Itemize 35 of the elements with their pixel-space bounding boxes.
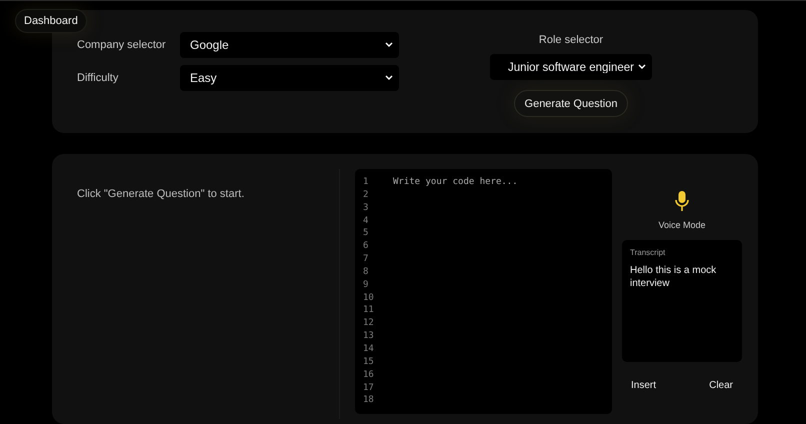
transcript-title: Transcript	[630, 248, 666, 258]
line-number: 2	[363, 188, 370, 202]
line-number: 5	[363, 227, 370, 240]
generate-question-button[interactable]: Generate Question	[514, 90, 628, 117]
role-label: Role selector	[538, 34, 604, 46]
line-number: 16	[363, 368, 375, 382]
dashboard-button[interactable]: Dashboard	[15, 9, 87, 33]
code-editor[interactable]: 1 2 3 4 5 6 7 8 9 10 11 12 13 14 15 16 17 18 Write your code here...	[355, 169, 612, 414]
question-prompt: Click "Generate Question" to start.	[77, 188, 244, 200]
line-number: 4	[363, 214, 370, 228]
line-number: 17	[363, 382, 375, 394]
line-number: 10	[363, 292, 375, 304]
microphone-icon[interactable]	[675, 191, 689, 212]
line-number: 18	[363, 394, 375, 408]
line-number: 6	[363, 240, 370, 254]
line-number: 13	[363, 330, 375, 343]
line-number: 1	[363, 176, 370, 189]
line-number: 15	[363, 356, 375, 369]
line-number: 11	[363, 304, 375, 318]
line-number: 8	[363, 266, 370, 279]
line-number: 3	[363, 202, 370, 215]
insert-button[interactable]: Insert	[627, 378, 660, 394]
line-number: 9	[363, 278, 370, 292]
role-select[interactable]: Junior software engineer	[490, 54, 652, 80]
line-number: 14	[363, 343, 375, 356]
voice-mode-label: Voice Mode	[658, 220, 706, 230]
line-number: 7	[363, 253, 370, 266]
code-input[interactable]: Write your code here...	[393, 176, 612, 414]
line-number: 12	[363, 317, 375, 330]
difficulty-label: Difficulty	[77, 72, 120, 84]
company-select[interactable]: Google	[180, 32, 399, 58]
transcript-text: Hello this is a mock interview	[630, 264, 718, 290]
company-label: Company selector	[77, 39, 167, 51]
clear-button[interactable]: Clear	[705, 378, 737, 394]
difficulty-select[interactable]: Easy	[180, 65, 399, 91]
